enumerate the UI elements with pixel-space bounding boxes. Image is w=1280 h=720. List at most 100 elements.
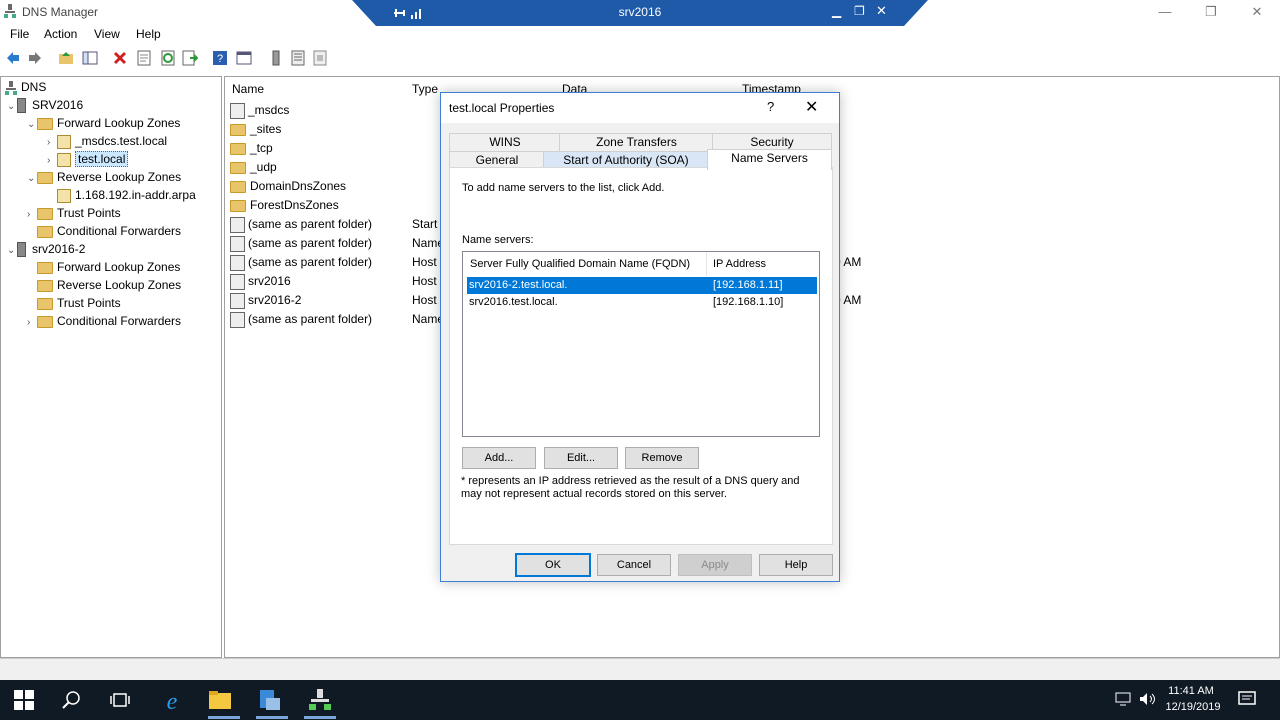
expanded-chevron-icon[interactable]: ⌄: [7, 242, 17, 260]
refresh-icon[interactable]: [160, 50, 176, 66]
menu-view[interactable]: View: [94, 27, 120, 41]
show-hide-tree-icon[interactable]: [82, 50, 98, 66]
tree-item-conditional-forwarders-2[interactable]: › Conditional Forwarders: [27, 312, 181, 330]
help-icon[interactable]: ?: [212, 50, 228, 66]
list-row[interactable]: (same as parent folder): [230, 215, 372, 234]
expanded-chevron-icon[interactable]: ⌄: [7, 98, 17, 116]
ns-row-fqdn[interactable]: srv2016.test.local.: [469, 296, 558, 308]
dialog-close-icon[interactable]: ✕: [805, 97, 818, 117]
list-view-icon[interactable]: [290, 50, 306, 66]
folder-icon: [230, 123, 246, 136]
collapsed-chevron-icon[interactable]: ›: [27, 206, 37, 224]
menu-action[interactable]: Action: [44, 27, 77, 41]
tree-item-trust-points-2[interactable]: Trust Points: [37, 294, 121, 312]
remove-button[interactable]: Remove: [625, 447, 699, 469]
search-icon[interactable]: [62, 690, 82, 710]
task-view-icon[interactable]: [110, 690, 130, 710]
filter-icon[interactable]: [312, 50, 328, 66]
tree-item-dns[interactable]: DNS: [5, 78, 46, 96]
tree-item-conditional-forwarders[interactable]: Conditional Forwarders: [37, 222, 181, 240]
console-view-icon[interactable]: [236, 50, 252, 66]
list-row[interactable]: (same as parent folder): [230, 253, 372, 272]
tree-item-reverse-lookup-zones[interactable]: ⌄ Reverse Lookup Zones: [27, 168, 181, 186]
internet-explorer-icon[interactable]: e: [160, 688, 184, 712]
list-row-name: _msdcs: [248, 103, 290, 117]
apply-button[interactable]: Apply: [678, 554, 752, 576]
file-explorer-icon[interactable]: [208, 690, 232, 710]
dns-manager-taskbar-icon[interactable]: [308, 688, 332, 712]
list-row[interactable]: _msdcs: [230, 101, 289, 120]
list-row[interactable]: _udp: [230, 158, 277, 177]
list-row-type: Host: [412, 255, 437, 269]
column-header-fqdn[interactable]: Server Fully Qualified Domain Name (FQDN…: [470, 258, 690, 270]
restore-button[interactable]: ❐: [1188, 0, 1234, 24]
ns-row-fqdn[interactable]: srv2016-2.test.local.: [469, 279, 567, 291]
server-manager-icon[interactable]: [258, 688, 282, 712]
clock-time[interactable]: 11:41 AM: [1160, 685, 1222, 697]
back-arrow-icon[interactable]: [5, 50, 21, 66]
tree-item-reverse-lookup-zones-2[interactable]: Reverse Lookup Zones: [37, 276, 181, 294]
status-bar: [0, 658, 1280, 681]
tab-wins[interactable]: WINS: [449, 133, 561, 152]
column-header-ip[interactable]: IP Address: [713, 258, 766, 270]
export-list-icon[interactable]: [182, 50, 198, 66]
folder-icon: [37, 171, 53, 184]
tree-item-forward-lookup-zones[interactable]: ⌄ Forward Lookup Zones: [27, 114, 180, 132]
list-row[interactable]: ForestDnsZones: [230, 196, 339, 215]
expanded-chevron-icon[interactable]: ⌄: [27, 170, 37, 188]
list-row[interactable]: (same as parent folder): [230, 310, 372, 329]
tree-item-forward-lookup-zones-2[interactable]: Forward Lookup Zones: [37, 258, 180, 276]
list-row[interactable]: DomainDnsZones: [230, 177, 346, 196]
column-header-name[interactable]: Name: [232, 82, 264, 96]
tab-zone-transfers[interactable]: Zone Transfers: [559, 133, 714, 152]
delete-icon[interactable]: [112, 50, 128, 66]
edit-button[interactable]: Edit...: [544, 447, 618, 469]
list-row[interactable]: _tcp: [230, 139, 273, 158]
rd-minimize-icon[interactable]: ▁: [832, 4, 841, 18]
help-button[interactable]: Help: [759, 554, 833, 576]
minimize-button[interactable]: —: [1142, 0, 1188, 24]
record-icon: [230, 292, 245, 309]
tree-item-reverse-zone[interactable]: 1.168.192.in-addr.arpa: [57, 186, 196, 204]
server-icon[interactable]: [268, 50, 284, 66]
rd-restore-icon[interactable]: ❐: [854, 4, 865, 18]
forward-arrow-icon[interactable]: [27, 50, 43, 66]
windows-start-icon[interactable]: [14, 690, 34, 710]
list-row-type: Start: [412, 217, 438, 231]
tree-item-srv2016[interactable]: ⌄ SRV2016: [7, 96, 83, 114]
action-center-icon[interactable]: [1238, 690, 1256, 708]
ns-row-ip[interactable]: [192.168.1.10]: [713, 296, 783, 308]
tree-item-srv2016-2[interactable]: ⌄ srv2016-2: [7, 240, 85, 258]
close-button[interactable]: ✕: [1234, 0, 1280, 24]
dialog-title: test.local Properties: [449, 101, 555, 115]
zone-icon: [57, 134, 71, 149]
add-button[interactable]: Add...: [462, 447, 536, 469]
tree-item-trust-points[interactable]: › Trust Points: [27, 204, 121, 222]
ok-button[interactable]: OK: [515, 553, 591, 577]
cancel-button[interactable]: Cancel: [597, 554, 671, 576]
tree-item-test-local[interactable]: › test.local: [47, 150, 129, 168]
collapsed-chevron-icon[interactable]: ›: [27, 314, 37, 332]
rd-close-icon[interactable]: ✕: [876, 3, 887, 19]
menu-help[interactable]: Help: [136, 27, 161, 41]
clock-date[interactable]: 12/19/2019: [1158, 701, 1228, 713]
dialog-help-icon[interactable]: ?: [767, 99, 774, 114]
list-row[interactable]: srv2016-2: [230, 291, 301, 310]
menu-file[interactable]: File: [10, 27, 29, 41]
name-servers-listview[interactable]: Server Fully Qualified Domain Name (FQDN…: [462, 251, 820, 437]
ns-row-ip[interactable]: [192.168.1.11]: [713, 279, 783, 291]
tab-name-servers[interactable]: Name Servers: [707, 149, 832, 170]
up-folder-icon[interactable]: [58, 50, 74, 66]
list-row-name: _sites: [250, 122, 282, 136]
network-icon[interactable]: [1115, 692, 1131, 706]
signal-strength-icon[interactable]: [410, 6, 424, 20]
volume-icon[interactable]: [1139, 692, 1157, 706]
list-row[interactable]: _sites: [230, 120, 281, 139]
properties-icon[interactable]: [136, 50, 152, 66]
column-header-type[interactable]: Type: [412, 82, 438, 96]
expanded-chevron-icon[interactable]: ⌄: [27, 116, 37, 134]
pin-icon[interactable]: [392, 6, 406, 20]
tree-item-msdcs-zone[interactable]: › _msdcs.test.local: [47, 132, 167, 150]
list-row[interactable]: (same as parent folder): [230, 234, 372, 253]
list-row[interactable]: srv2016: [230, 272, 291, 291]
